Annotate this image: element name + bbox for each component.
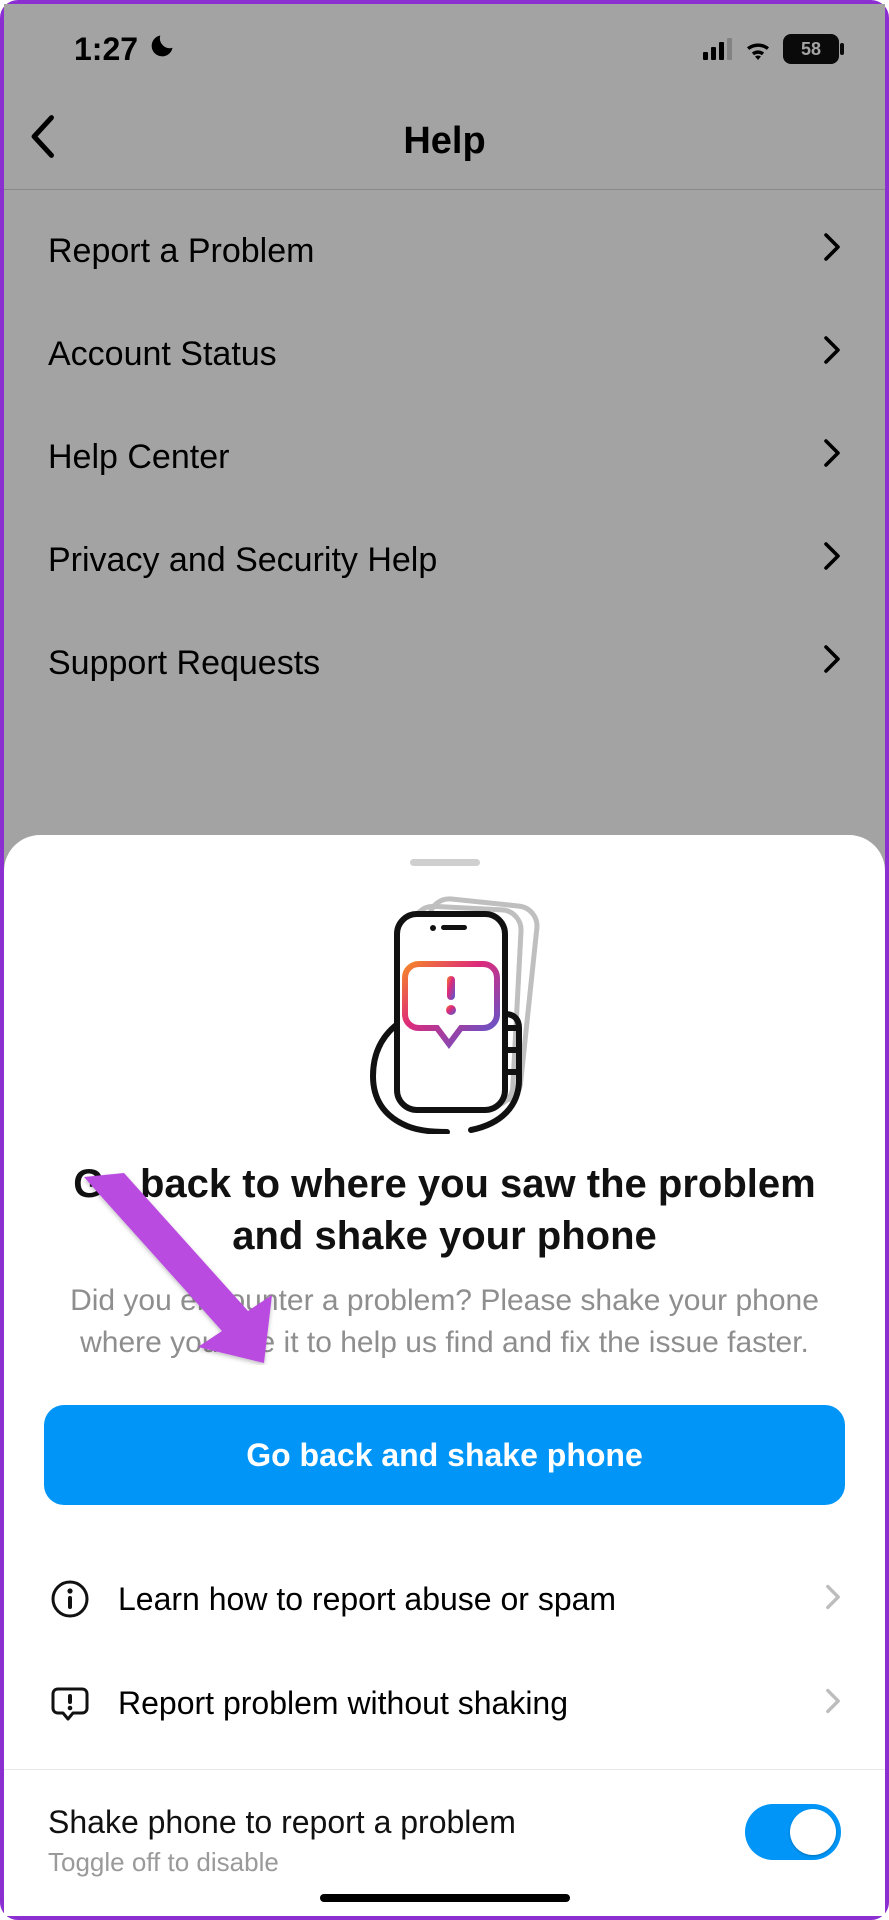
time-label: 1:27 (74, 31, 138, 68)
go-back-shake-button[interactable]: Go back and shake phone (44, 1405, 845, 1505)
menu-item-support-requests[interactable]: Support Requests (4, 612, 885, 715)
help-menu-list: Report a Problem Account Status Help Cen… (4, 190, 885, 725)
menu-item-label: Privacy and Security Help (48, 541, 437, 580)
sheet-item-label: Learn how to report abuse or spam (118, 1581, 799, 1618)
toggle-title: Shake phone to report a problem (48, 1804, 516, 1841)
dnd-moon-icon (148, 31, 176, 68)
sheet-item-label: Report problem without shaking (118, 1685, 799, 1722)
chevron-right-icon (823, 232, 841, 271)
sheet-item-report-without-shaking[interactable]: Report problem without shaking (4, 1651, 885, 1755)
menu-item-account-status[interactable]: Account Status (4, 303, 885, 406)
toggle-subtitle: Toggle off to disable (48, 1847, 516, 1878)
menu-item-label: Support Requests (48, 644, 320, 683)
info-icon (48, 1577, 92, 1621)
report-problem-sheet: Go back to where you saw the problem and… (4, 835, 885, 1916)
sheet-grabber[interactable] (410, 859, 480, 866)
menu-item-help-center[interactable]: Help Center (4, 406, 885, 509)
nav-bar: Help (4, 94, 885, 190)
chevron-right-icon (825, 1685, 841, 1722)
menu-item-label: Help Center (48, 438, 229, 477)
switch-knob (790, 1809, 836, 1855)
shake-toggle-switch[interactable] (745, 1804, 841, 1860)
chevron-right-icon (823, 438, 841, 477)
battery-icon: 58 (783, 34, 839, 64)
cell-signal-icon (703, 31, 733, 68)
status-right: 58 (703, 31, 839, 68)
report-bubble-icon (48, 1681, 92, 1725)
chevron-right-icon (823, 541, 841, 580)
chevron-right-icon (823, 335, 841, 374)
back-button[interactable] (28, 114, 56, 169)
chevron-right-icon (823, 644, 841, 683)
sheet-item-learn-report-abuse[interactable]: Learn how to report abuse or spam (4, 1547, 885, 1651)
wifi-icon (743, 31, 773, 68)
battery-percent: 58 (801, 39, 821, 60)
toggle-text: Shake phone to report a problem Toggle o… (48, 1804, 516, 1878)
chevron-right-icon (825, 1581, 841, 1618)
sheet-options-list: Learn how to report abuse or spam Report… (4, 1547, 885, 1755)
shake-toggle-row: Shake phone to report a problem Toggle o… (4, 1770, 885, 1888)
menu-item-privacy-security[interactable]: Privacy and Security Help (4, 509, 885, 612)
status-left: 1:27 (74, 31, 176, 68)
menu-item-label: Account Status (48, 335, 277, 374)
menu-item-report-problem[interactable]: Report a Problem (4, 200, 885, 303)
annotation-arrow-icon (66, 1165, 286, 1365)
menu-item-label: Report a Problem (48, 232, 314, 271)
page-title: Help (403, 120, 485, 163)
shake-phone-illustration (4, 894, 885, 1134)
home-indicator[interactable] (320, 1894, 570, 1902)
status-bar: 1:27 58 (4, 4, 885, 94)
